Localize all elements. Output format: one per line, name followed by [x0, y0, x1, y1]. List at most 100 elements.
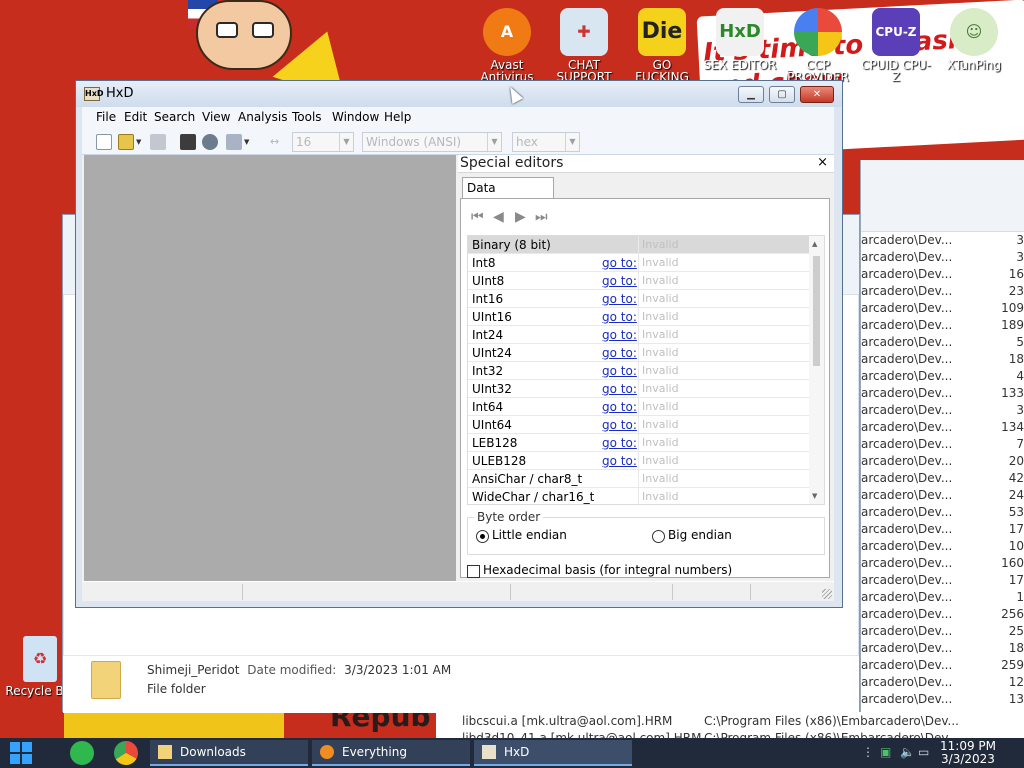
- desktop-icon-avast[interactable]: A Avast Antivirus: [469, 8, 545, 83]
- go-to-link[interactable]: go to:: [602, 346, 637, 360]
- desktop-icon-sex-editor[interactable]: HxD SEX EDITOR: [702, 8, 778, 83]
- ram-icon[interactable]: [180, 134, 196, 150]
- table-row[interactable]: UInt24 go to: Invalid: [468, 344, 810, 362]
- table-row[interactable]: Int8 go to: Invalid: [468, 254, 810, 272]
- hxd-app-icon[interactable]: HxD: [84, 87, 104, 101]
- go-to-link[interactable]: go to:: [602, 454, 637, 468]
- menu-window[interactable]: Window: [332, 110, 379, 124]
- table-row[interactable]: Int32 go to: Invalid: [468, 362, 810, 380]
- table-row[interactable]: Binary (8 bit) Invalid: [468, 236, 810, 254]
- type-value[interactable]: Invalid: [642, 238, 679, 251]
- columns-select[interactable]: 16 ▼: [292, 132, 354, 152]
- go-to-link[interactable]: go to:: [602, 328, 637, 342]
- volume-icon[interactable]: 🔈: [900, 745, 915, 759]
- desktop-icon-die[interactable]: Die GO FUCKING DIE WHORE: [624, 8, 700, 83]
- overflow-icon[interactable]: ⋮: [862, 745, 874, 759]
- list-item[interactable]: arcadero\Dev... 259: [861, 657, 1024, 674]
- spotify-icon[interactable]: [70, 741, 94, 765]
- go-to-link[interactable]: go to:: [602, 436, 637, 450]
- table-row[interactable]: Int64 go to: Invalid: [468, 398, 810, 416]
- taskbar-everything[interactable]: Everything: [312, 740, 470, 766]
- result-name[interactable]: libcscui.a [mk.ultra@aol.com].HRM: [462, 714, 672, 728]
- go-to-link[interactable]: go to:: [602, 382, 637, 396]
- type-value[interactable]: Invalid: [642, 274, 679, 287]
- scroll-down-icon[interactable]: ▼: [812, 492, 817, 500]
- previous-icon[interactable]: ◀: [493, 209, 504, 225]
- hex-editor-area[interactable]: [84, 155, 456, 581]
- hex-basis-label[interactable]: Hexadecimal basis (for integral numbers): [483, 563, 732, 577]
- table-row[interactable]: LEB128 go to: Invalid: [468, 434, 810, 452]
- menu-view[interactable]: View: [202, 110, 230, 124]
- list-item[interactable]: arcadero\Dev... 23: [861, 283, 1024, 300]
- first-icon[interactable]: ⏮: [471, 209, 484, 225]
- type-value[interactable]: Invalid: [642, 346, 679, 359]
- battery-icon[interactable]: ▭: [918, 745, 929, 759]
- go-to-link[interactable]: go to:: [602, 274, 637, 288]
- list-item[interactable]: arcadero\Dev... 3: [861, 402, 1024, 419]
- go-to-link[interactable]: go to:: [602, 292, 637, 306]
- open-folder-icon[interactable]: [118, 134, 134, 150]
- open-dropdown-arrow-icon[interactable]: ▼: [136, 134, 144, 150]
- table-row[interactable]: UInt32 go to: Invalid: [468, 380, 810, 398]
- big-endian-label[interactable]: Big endian: [668, 528, 732, 542]
- last-icon[interactable]: ⏭: [535, 209, 548, 225]
- list-item[interactable]: arcadero\Dev... 17: [861, 521, 1024, 538]
- type-value[interactable]: Invalid: [642, 364, 679, 377]
- table-row[interactable]: UInt16 go to: Invalid: [468, 308, 810, 326]
- list-item[interactable]: arcadero\Dev... 24: [861, 487, 1024, 504]
- list-item[interactable]: arcadero\Dev... 3: [861, 249, 1024, 266]
- list-item[interactable]: arcadero\Dev... 17: [861, 572, 1024, 589]
- save-icon[interactable]: [150, 134, 166, 150]
- start-button[interactable]: [10, 742, 32, 764]
- list-item[interactable]: arcadero\Dev... 13: [861, 691, 1024, 708]
- data-inspector-scrollbar[interactable]: ▲ ▼: [809, 236, 824, 504]
- scroll-up-icon[interactable]: ▲: [812, 240, 817, 248]
- table-row[interactable]: Int24 go to: Invalid: [468, 326, 810, 344]
- type-value[interactable]: Invalid: [642, 382, 679, 395]
- list-item[interactable]: arcadero\Dev... 53: [861, 504, 1024, 521]
- table-row[interactable]: AnsiChar / char8_t Invalid: [468, 470, 810, 488]
- list-item[interactable]: arcadero\Dev... 256: [861, 606, 1024, 623]
- network-icon[interactable]: ▣: [880, 745, 891, 759]
- go-to-link[interactable]: go to:: [602, 256, 637, 270]
- list-item[interactable]: arcadero\Dev... 25: [861, 623, 1024, 640]
- list-item[interactable]: arcadero\Dev... 18: [861, 640, 1024, 657]
- type-value[interactable]: Invalid: [642, 472, 679, 485]
- chrome-icon[interactable]: [114, 741, 138, 765]
- list-item[interactable]: arcadero\Dev... 18: [861, 351, 1024, 368]
- type-value[interactable]: Invalid: [642, 400, 679, 413]
- tab-data-inspector[interactable]: Data inspector: [462, 177, 554, 215]
- table-row[interactable]: ULEB128 go to: Invalid: [468, 452, 810, 470]
- next-icon[interactable]: ▶: [515, 209, 526, 225]
- table-row[interactable]: Int16 go to: Invalid: [468, 290, 810, 308]
- type-value[interactable]: Invalid: [642, 436, 679, 449]
- list-item[interactable]: arcadero\Dev... 189: [861, 317, 1024, 334]
- type-value[interactable]: Invalid: [642, 328, 679, 341]
- type-value[interactable]: Invalid: [642, 310, 679, 323]
- list-item[interactable]: arcadero\Dev... 10: [861, 538, 1024, 555]
- taskbar-downloads[interactable]: Downloads: [150, 740, 308, 766]
- little-endian-radio[interactable]: [476, 530, 489, 543]
- desktop-icon-chat-support[interactable]: ✚ CHAT SUPPORT: [546, 8, 622, 83]
- list-item[interactable]: arcadero\Dev... 20: [861, 453, 1024, 470]
- taskbar-hxd[interactable]: HxD: [474, 740, 632, 766]
- resize-grip[interactable]: [822, 589, 832, 599]
- desktop-icon-xtunping[interactable]: ☺ XTunPing: [936, 8, 1012, 83]
- disk-dropdown-arrow-icon[interactable]: ▼: [244, 134, 252, 150]
- list-item[interactable]: arcadero\Dev... 4: [861, 368, 1024, 385]
- type-value[interactable]: Invalid: [642, 292, 679, 305]
- list-item[interactable]: arcadero\Dev... 42: [861, 470, 1024, 487]
- table-row[interactable]: WideChar / char16_t Invalid: [468, 488, 810, 504]
- hxd-title-bar[interactable]: HxD HxD ▁ ▢ ✕: [76, 81, 842, 107]
- list-item[interactable]: arcadero\Dev... 7: [861, 436, 1024, 453]
- disk-icon[interactable]: [202, 134, 218, 150]
- charset-select[interactable]: Windows (ANSI) ▼: [362, 132, 502, 152]
- little-endian-label[interactable]: Little endian: [492, 528, 567, 542]
- list-item[interactable]: arcadero\Dev... 3: [861, 232, 1024, 249]
- list-item[interactable]: arcadero\Dev... 16: [861, 266, 1024, 283]
- list-item[interactable]: arcadero\Dev... 109: [861, 300, 1024, 317]
- scrollbar-thumb[interactable]: [813, 256, 820, 366]
- big-endian-radio[interactable]: [652, 530, 665, 543]
- minimize-button[interactable]: ▁: [738, 86, 764, 103]
- list-item[interactable]: arcadero\Dev... 1: [861, 589, 1024, 606]
